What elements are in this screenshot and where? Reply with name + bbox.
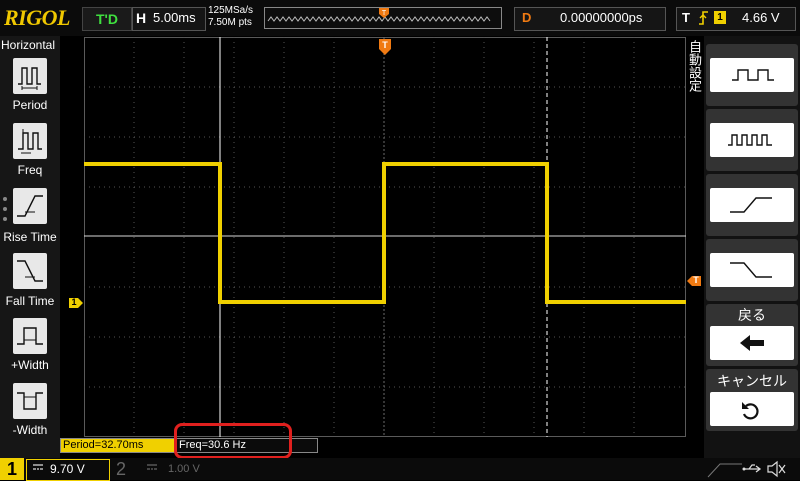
- freq-highlight-annotation: [174, 423, 292, 459]
- run-state-indicator[interactable]: T'D: [82, 7, 132, 31]
- ch2-coupling-icon: [147, 464, 157, 470]
- rise-time-icon[interactable]: [13, 188, 47, 224]
- auto-setup-label: 自動設定: [687, 40, 702, 92]
- trigger-source-badge: 1: [714, 11, 726, 24]
- freq-icon[interactable]: [13, 123, 47, 159]
- rising-edge-button[interactable]: [710, 188, 794, 222]
- delay-label: D: [522, 10, 532, 25]
- trigger-position-marker: T: [382, 10, 387, 17]
- page-indicator-dots: [3, 197, 7, 227]
- delay-value: 0.00000000ps: [560, 10, 643, 25]
- menu-item-rise-time-label: Rise Time: [3, 230, 57, 244]
- sample-rate: 125MSa/s: [208, 5, 254, 16]
- back-label: 戻る: [738, 307, 766, 323]
- channel-2-scale: 1.00 V: [168, 463, 200, 475]
- menu-item-positive-width-label: +Width: [11, 358, 49, 372]
- back-button[interactable]: [710, 326, 794, 360]
- rising-edge-trigger-icon: [699, 11, 708, 25]
- trigger-level-marker: T: [693, 275, 699, 285]
- trigger-label: T: [682, 10, 690, 25]
- dc-coupling-icon: [33, 464, 43, 470]
- period-icon[interactable]: [13, 58, 47, 94]
- positive-width-icon[interactable]: [13, 318, 47, 354]
- period-measurement: Period=32.70ms: [60, 438, 176, 453]
- undo-icon: [742, 402, 759, 420]
- falling-edge-icon: [730, 262, 772, 278]
- usb-icon: [742, 464, 762, 473]
- memory-depth: 7.50M pts: [208, 17, 252, 28]
- trigger-level: 4.66 V: [742, 10, 780, 25]
- single-period-icon: [732, 69, 774, 81]
- waveform-display-grid[interactable]: [84, 37, 686, 437]
- falling-edge-button[interactable]: [710, 253, 794, 287]
- rigol-logo: RIGOL: [4, 5, 70, 30]
- single-period-button[interactable]: [710, 58, 794, 92]
- cancel-button[interactable]: [710, 392, 794, 426]
- multi-period-icon: [728, 134, 772, 146]
- bottom-corner-tab: [707, 463, 742, 478]
- menu-item-negative-width-label: -Width: [12, 423, 48, 437]
- menu-title: Horizontal: [1, 38, 56, 52]
- channel-2-indicator[interactable]: 2: [116, 458, 126, 480]
- memory-waveform-overview: T: [264, 7, 502, 29]
- fall-time-icon[interactable]: [13, 253, 47, 289]
- timebase-value: 5.00ms: [153, 10, 196, 25]
- cancel-label: キャンセル: [717, 373, 787, 389]
- timebase-label: H: [136, 10, 147, 26]
- speaker-muted-icon[interactable]: [766, 460, 786, 478]
- trigger-time-marker: T: [382, 40, 388, 50]
- rising-edge-icon: [730, 197, 772, 213]
- multi-period-button[interactable]: [710, 123, 794, 157]
- channel-1-scale: 9.70 V: [50, 462, 85, 476]
- menu-item-fall-time-label: Fall Time: [5, 294, 55, 308]
- negative-width-icon[interactable]: [13, 383, 47, 419]
- channel-1-marker: 1: [71, 297, 77, 307]
- channel-1-indicator[interactable]: 1: [0, 458, 24, 480]
- arrow-left-icon: [740, 335, 764, 351]
- menu-item-freq-label: Freq: [17, 163, 43, 177]
- menu-item-period-label: Period: [12, 98, 48, 112]
